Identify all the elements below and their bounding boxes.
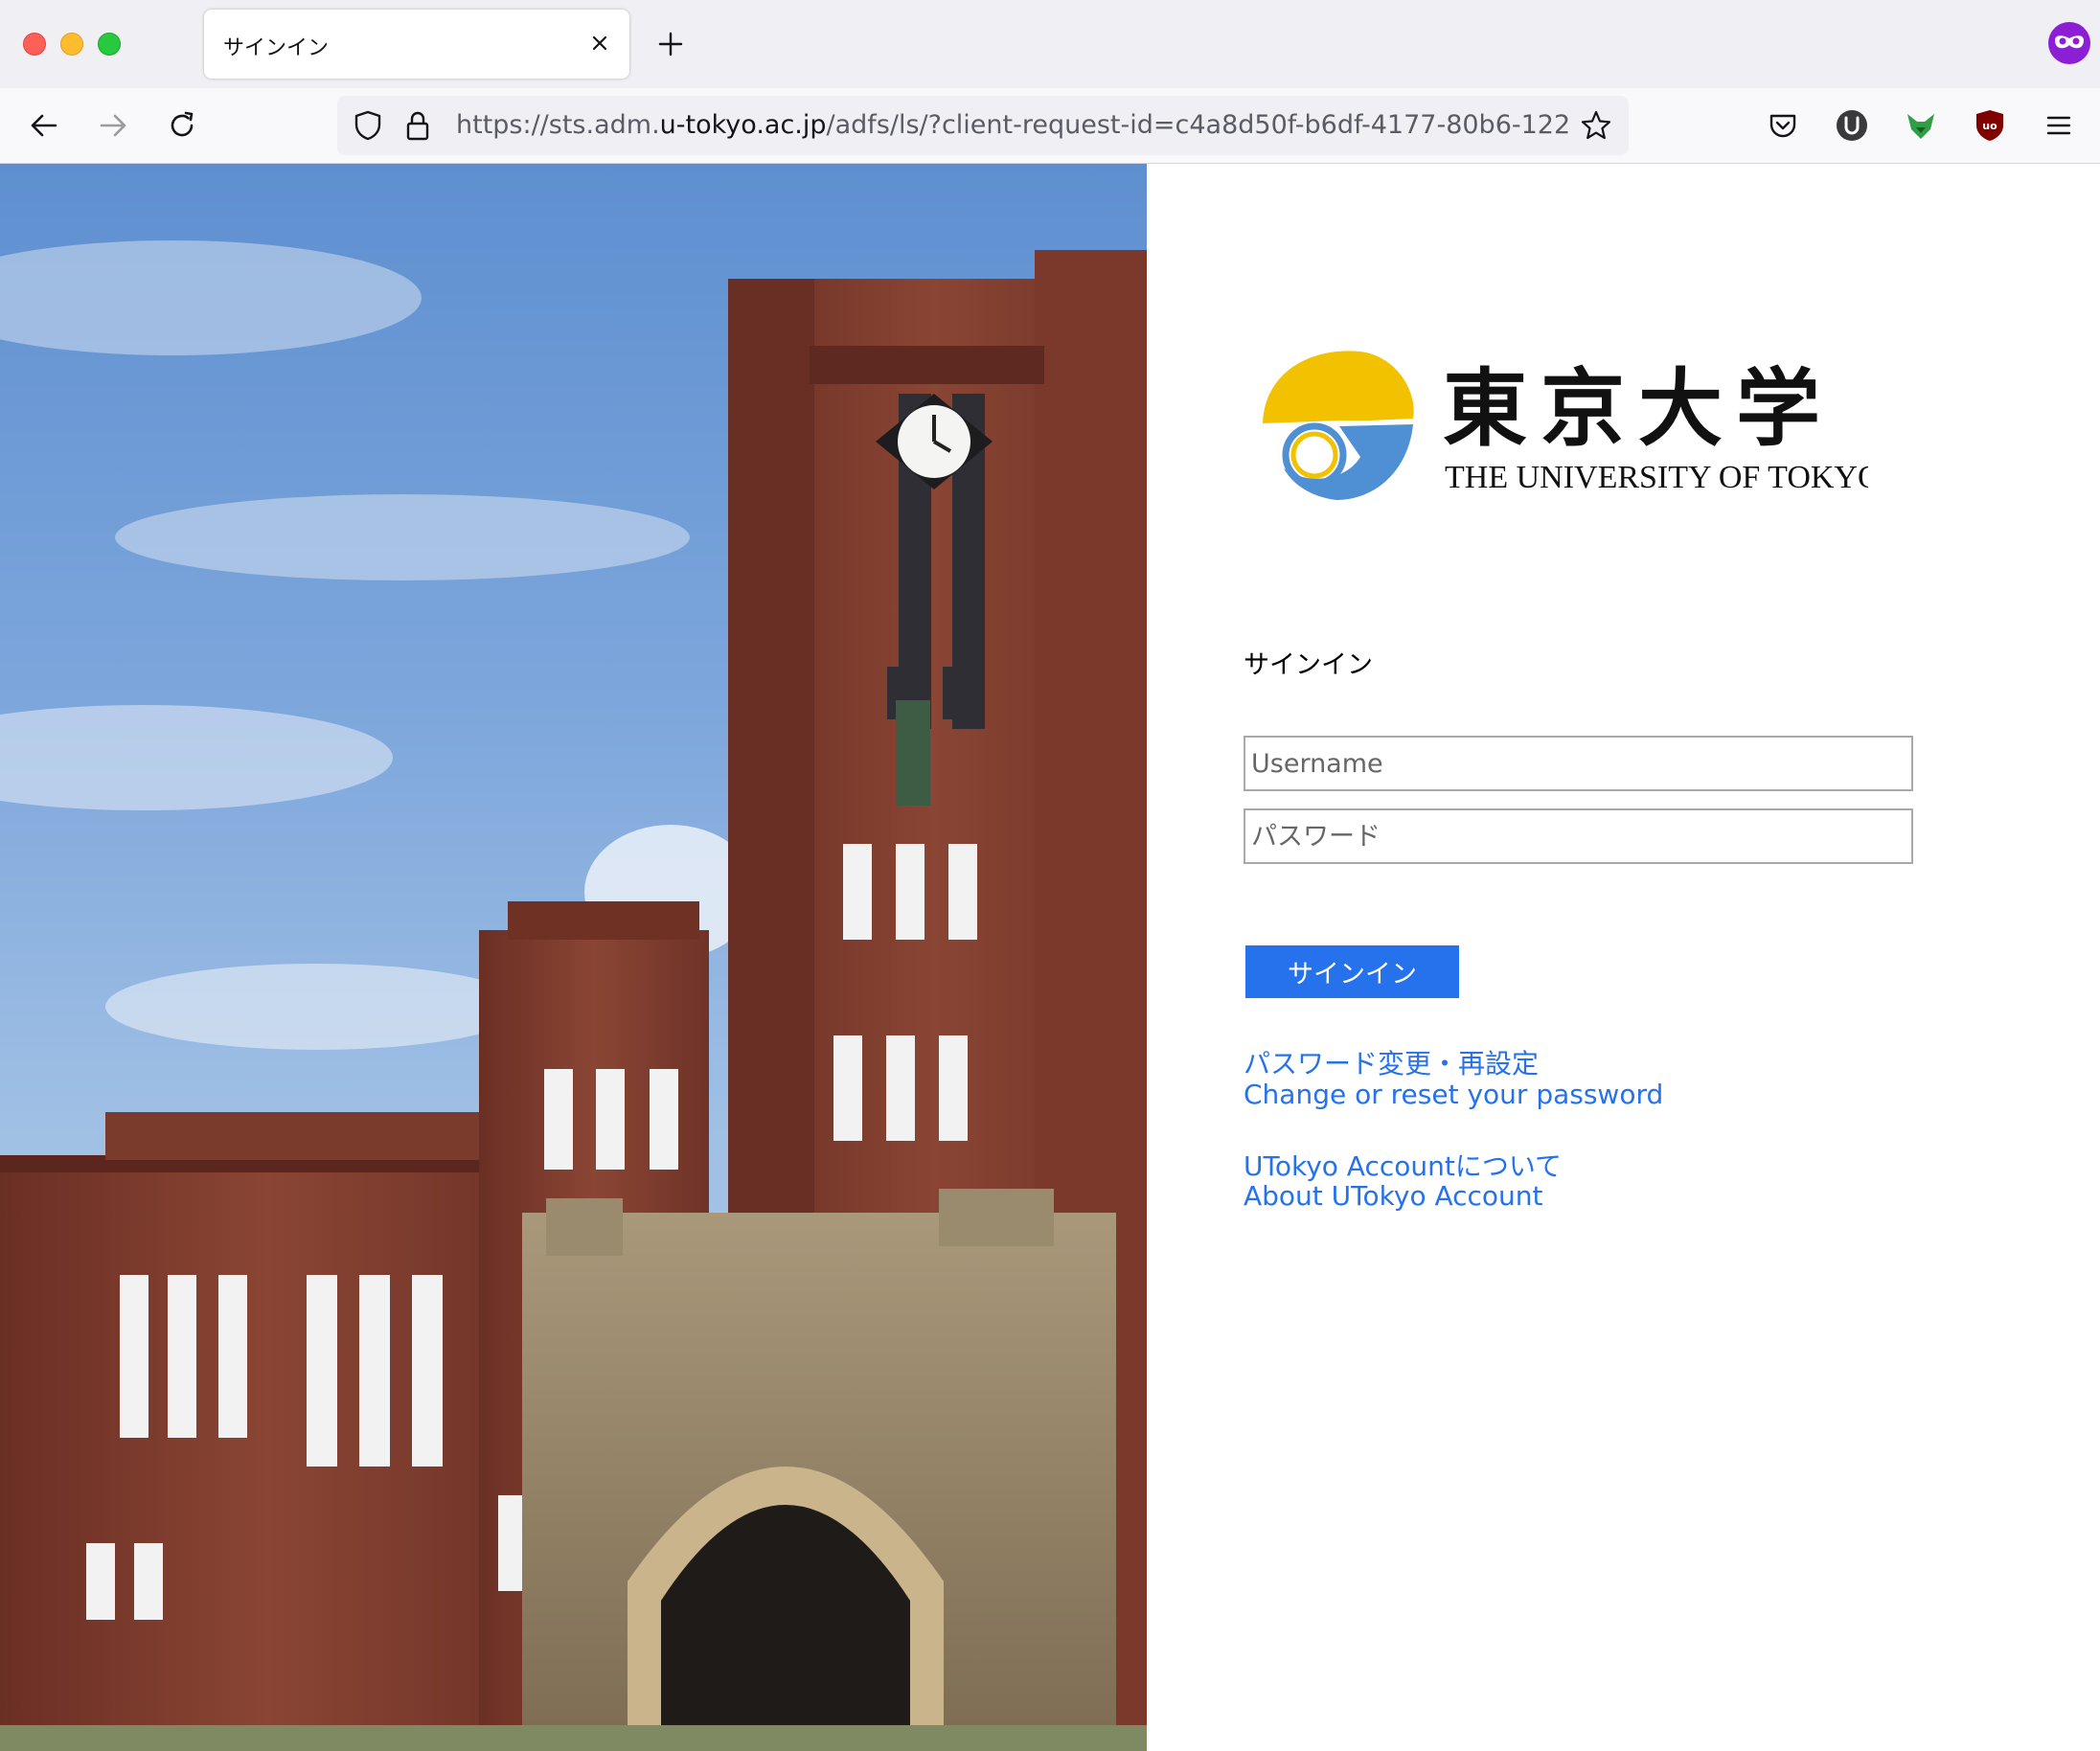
url-text[interactable]: https://sts.adm.u-tokyo.ac.jp/adfs/ls/?c… bbox=[456, 110, 1571, 140]
change-password-link-ja[interactable]: パスワード変更・再設定 bbox=[1244, 1043, 1539, 1081]
window-maximize-button[interactable] bbox=[98, 33, 121, 56]
about-account-link-ja[interactable]: UTokyo Accountについて bbox=[1244, 1146, 1562, 1184]
window-close-button[interactable] bbox=[23, 33, 46, 56]
tab-active[interactable]: サインイン bbox=[204, 10, 629, 79]
tab-title: サインイン bbox=[223, 36, 330, 60]
reload-icon[interactable] bbox=[165, 108, 199, 143]
logo-english: THE UNIVERSITY OF TOKYO bbox=[1445, 460, 1868, 495]
pocket-icon[interactable] bbox=[1766, 108, 1800, 143]
ginkgo-leaf-logo-icon: 東京大学 THE UNIVERSITY OF TOKYO bbox=[1263, 351, 1882, 500]
navigation-toolbar: https://sts.adm.u-tokyo.ac.jp/adfs/ls/?c… bbox=[0, 88, 2100, 164]
address-bar[interactable]: https://sts.adm.u-tokyo.ac.jp/adfs/ls/?c… bbox=[337, 96, 1629, 155]
url-path: /adfs/ls/?client-request-id=c4a8d50f-b6d… bbox=[826, 110, 1571, 140]
back-arrow-icon[interactable] bbox=[27, 108, 61, 143]
url-host: u-tokyo.ac.jp bbox=[659, 110, 827, 140]
shield-icon[interactable] bbox=[351, 108, 385, 143]
private-browsing-mask-icon[interactable] bbox=[2047, 21, 2091, 65]
signin-heading: サインイン bbox=[1244, 650, 1373, 680]
campus-building-photo bbox=[0, 164, 1147, 1751]
lock-icon[interactable] bbox=[400, 108, 435, 143]
utokyo-logo: 東京大学 THE UNIVERSITY OF TOKYO bbox=[1255, 342, 1882, 507]
username-input[interactable] bbox=[1244, 736, 1913, 791]
tab-strip: サインイン bbox=[0, 0, 2100, 88]
bookmark-star-icon[interactable] bbox=[1579, 108, 1613, 143]
u-extension-icon[interactable] bbox=[1835, 108, 1869, 143]
about-account-link-en[interactable]: About UTokyo Account bbox=[1244, 1180, 1543, 1212]
url-prefix: https://sts.adm. bbox=[456, 110, 660, 140]
svg-text:uo: uo bbox=[1982, 120, 1997, 132]
logo-kanji: 東京大学 bbox=[1443, 358, 1834, 458]
hamburger-menu-icon[interactable] bbox=[2042, 108, 2076, 143]
change-password-link-en[interactable]: Change or reset your password bbox=[1244, 1079, 1663, 1110]
close-icon[interactable] bbox=[587, 31, 612, 56]
forward-arrow-icon[interactable] bbox=[96, 108, 130, 143]
ublock-origin-icon[interactable]: uo bbox=[1973, 108, 2007, 143]
password-input[interactable] bbox=[1244, 808, 1913, 864]
yasuda-auditorium-illustration bbox=[0, 240, 1147, 1751]
signin-button[interactable]: サインイン bbox=[1245, 945, 1459, 998]
fox-extension-icon[interactable] bbox=[1904, 108, 1938, 143]
new-tab-icon[interactable] bbox=[655, 29, 686, 59]
window-minimize-button[interactable] bbox=[60, 33, 83, 56]
